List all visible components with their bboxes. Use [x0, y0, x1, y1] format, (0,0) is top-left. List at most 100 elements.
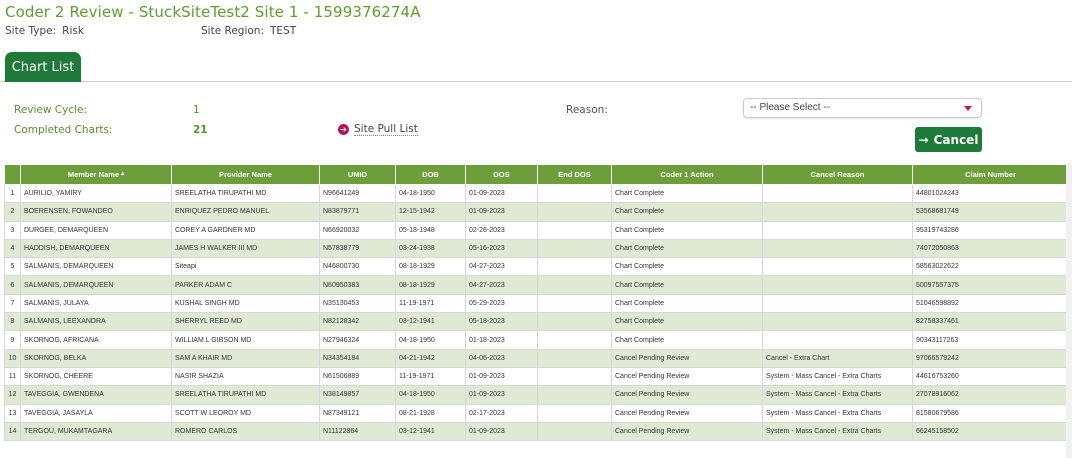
column-header-label: UMID: [347, 170, 368, 179]
table-cell: 8: [4, 312, 21, 332]
site-pull-list-link[interactable]: ➔ Site Pull List: [338, 123, 418, 136]
cancel-button[interactable]: → Cancel: [915, 127, 982, 152]
table-cell: 12: [4, 385, 21, 405]
table-scrollbar[interactable]: [1066, 164, 1072, 458]
table-cell: [537, 348, 612, 368]
arrow-right-icon: →: [918, 132, 929, 147]
table-cell: 4: [4, 238, 21, 259]
column-header[interactable]: DOB: [395, 164, 466, 185]
column-header-label: Cancel Reason: [810, 170, 865, 179]
table-cell: Cancel Pending Review: [611, 366, 763, 387]
table-cell: DURGEE, DEMARQUEEN: [20, 220, 172, 240]
table-cell: [762, 183, 913, 204]
table-cell: [762, 275, 913, 295]
table-cell: 14: [4, 421, 21, 442]
column-header[interactable]: Member Name ▴: [20, 164, 172, 185]
table-cell: Cancel Pending Review: [611, 348, 763, 368]
table-cell: SKORNOG, BELKA: [20, 348, 172, 368]
table-cell: N34354184: [319, 348, 396, 368]
column-header[interactable]: Cancel Reason: [762, 164, 913, 185]
reason-select[interactable]: -- Please Select --: [743, 98, 982, 118]
table-cell: [537, 238, 612, 259]
column-header[interactable]: Coder 1 Action: [611, 164, 763, 185]
table-cell: 03-24-1938: [395, 238, 466, 259]
table-cell: NASIR SHAZIA: [171, 366, 320, 387]
table-cell: PARKER ADAM C: [171, 275, 320, 295]
table-cell: 08-21-1928: [395, 403, 466, 423]
table-row[interactable]: 12 TAVEGGIA, GWENDENA SREELATHA TIRUPATHI …: [4, 385, 1069, 405]
table-cell: [537, 257, 612, 277]
table-cell: 05-29-2023: [465, 293, 538, 314]
table-header-row: Member Name ▴ Provider Name UMID DOB DOS End D…: [4, 164, 1069, 185]
review-cycle-label: Review Cycle:: [14, 104, 88, 116]
table-cell: 04-18-1950: [395, 330, 466, 350]
table-row[interactable]: 2 BOERENSEN, FOWANDEO ENRIQUEZ PEDRO MANUE…: [4, 202, 1069, 222]
table-cell: 05-18-1948: [395, 220, 466, 240]
table-row[interactable]: 9 SKORNOG, AFRICANA WILLIAM L GIBSON MD N27…: [4, 330, 1069, 350]
table-row[interactable]: 1 AURILIO, YAMIRY SREELATHA TIRUPATHI MD N9…: [4, 183, 1069, 204]
table-cell: Chart Complete: [611, 312, 763, 332]
table-cell: 27078916062: [912, 385, 1069, 405]
column-header: [4, 164, 21, 185]
table-cell: N96641249: [319, 183, 396, 204]
table-cell: [537, 366, 612, 387]
table-cell: [537, 293, 612, 314]
table-cell: 3: [4, 220, 21, 240]
table-row[interactable]: 5 SALMANIS, DEMARQUEEN Siteapi N46800730 08-…: [4, 257, 1069, 277]
table-cell: 90343117263: [912, 330, 1069, 350]
table-cell: [537, 220, 612, 240]
table-cell: 12-15-1942: [395, 202, 466, 222]
table-cell: ENRIQUEZ PEDRO MANUEL: [171, 202, 320, 222]
table-cell: SHERRYL REED MD: [171, 312, 320, 332]
table-cell: 82758337461: [912, 312, 1069, 332]
table-cell: [537, 421, 612, 442]
table-cell: [762, 238, 913, 259]
table-cell: TAVEGGIA, JASAYLA: [20, 403, 172, 423]
table-row[interactable]: 6 SALMANIS, DEMARQUEEN PARKER ADAM C N60950…: [4, 275, 1069, 295]
sort-ascending-icon[interactable]: ▴: [121, 171, 124, 177]
table-cell: 01-09-2023: [465, 421, 538, 442]
table-row[interactable]: 8 SALMANIS, LEEXANDRA SHERRYL REED MD N8212…: [4, 312, 1069, 332]
table-cell: N60950383: [319, 275, 396, 295]
table-row[interactable]: 3 DURGEE, DEMARQUEEN COREY A GARDNER MD N66…: [4, 220, 1069, 240]
table-row[interactable]: 13 TAVEGGIA, JASAYLA SCOTT W LEOROY MD N873…: [4, 403, 1069, 423]
table-cell: System - Mass Cancel - Extra Charts: [762, 421, 913, 442]
table-cell: [537, 403, 612, 423]
column-header-label: Coder 1 Action: [660, 170, 714, 179]
table-row[interactable]: 4 HADDISH, DEMARQUEEN JAMES H WALKER III M…: [4, 238, 1069, 259]
table-cell: 01-09-2023: [465, 183, 538, 204]
table-cell: 01-09-2023: [465, 366, 538, 387]
table-cell: N35130453: [319, 293, 396, 314]
table-cell: 11-19-1971: [395, 293, 466, 314]
column-header[interactable]: UMID: [319, 164, 396, 185]
table-cell: 04-21-1942: [395, 348, 466, 368]
table-cell: 1: [4, 183, 21, 204]
table-cell: 08-18-1929: [395, 275, 466, 295]
table-cell: [537, 385, 612, 405]
table-cell: SALMANIS, LEEXANDRA: [20, 312, 172, 332]
table-cell: 74072050863: [912, 238, 1069, 259]
table-row[interactable]: 14 TERGOU, MUKAMTAGARA ROMERO CARLOS N11122…: [4, 421, 1069, 442]
table-cell: SALMANIS, JULAYA: [20, 293, 172, 314]
table-cell: System - Mass Cancel - Extra Charts: [762, 403, 913, 423]
table-cell: SCOTT W LEOROY MD: [171, 403, 320, 423]
table-cell: ROMERO CARLOS: [171, 421, 320, 442]
table-cell: N83879771: [319, 202, 396, 222]
table-cell: N38149857: [319, 385, 396, 405]
site-type-value: Risk: [62, 25, 84, 37]
table-row[interactable]: 7 SALMANIS, JULAYA KUSHAL SINGH MD N3513045…: [4, 293, 1069, 314]
table-cell: 02-17-2023: [465, 403, 538, 423]
table-cell: Chart Complete: [611, 293, 763, 314]
reason-selected-value: -- Please Select --: [750, 102, 831, 113]
table-cell: 50097557375: [912, 275, 1069, 295]
table-row[interactable]: 10 SKORNOG, BELKA SAM A KHAIR MD N34354184 0…: [4, 348, 1069, 368]
column-header[interactable]: Claim Number: [912, 164, 1069, 185]
table-cell: SREELATHA TIRUPATHI MD: [171, 183, 320, 204]
table-row[interactable]: 11 SKORNOG, CHEERE NASIR SHAZIA N61506889 11…: [4, 366, 1069, 387]
table-cell: 04-18-1950: [395, 385, 466, 405]
tab-chart-list[interactable]: Chart List: [5, 52, 81, 82]
column-header[interactable]: End DOS: [537, 164, 612, 185]
column-header[interactable]: Provider Name: [171, 164, 320, 185]
table-cell: Cancel Pending Review: [611, 403, 763, 423]
column-header[interactable]: DOS: [465, 164, 538, 185]
